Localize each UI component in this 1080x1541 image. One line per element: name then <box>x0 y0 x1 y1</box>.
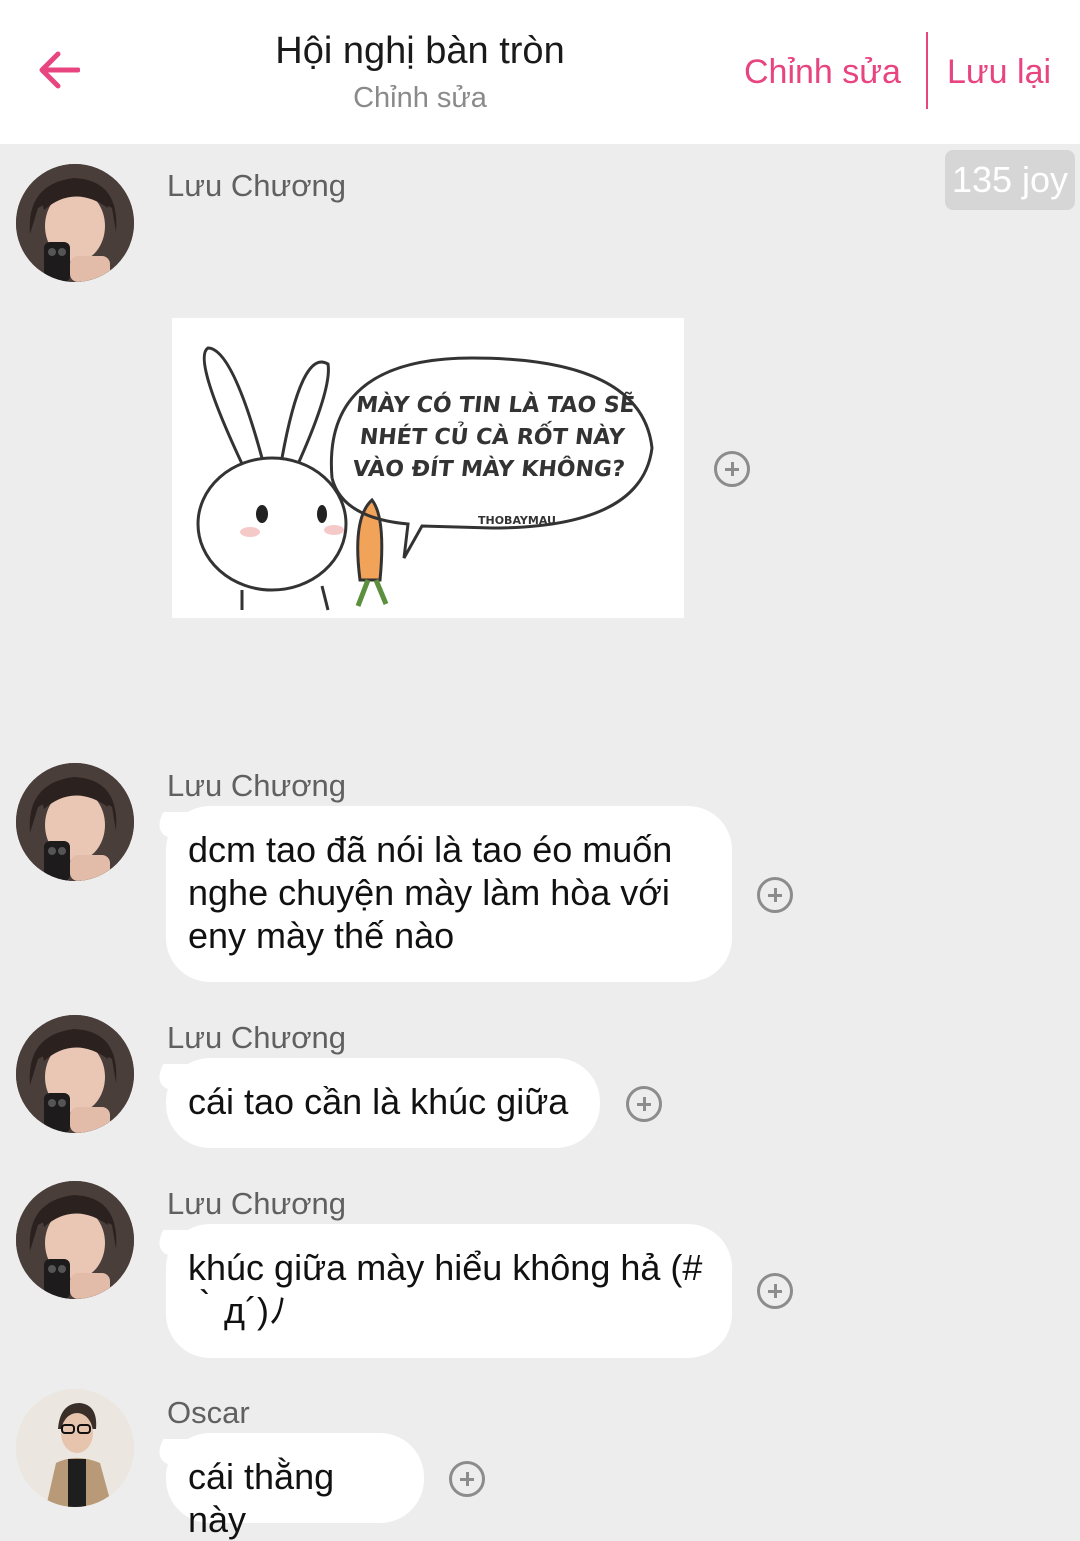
message-text: khúc giữa mày hiểu không hả (#｀д´)ﾉ <box>188 1247 703 1331</box>
sticker-image[interactable]: MÀY CÓ TIN LÀ TAO SẼ NHÉT CỦ CÀ RỐT NÀY … <box>172 318 684 618</box>
message-text: cái tao cần là khúc giữa <box>188 1081 569 1122</box>
save-button[interactable]: Lưu lại <box>947 50 1051 94</box>
avatar-photo-icon <box>16 1181 134 1299</box>
avatar-photo-icon <box>16 1389 134 1507</box>
sticker-caption: MÀY CÓ TIN LÀ TAO SẼ NHÉT CỦ CÀ RỐT NÀY … <box>351 393 636 482</box>
edit-button[interactable]: Chỉnh sửa <box>744 50 901 94</box>
avatar-photo-icon <box>16 164 134 282</box>
joy-badge: 135 joy <box>945 150 1075 210</box>
message-bubble[interactable]: dcm tao đã nói là tao éo muốn nghe chuyệ… <box>166 806 732 982</box>
add-reaction-button[interactable] <box>757 1273 793 1309</box>
sender-name: Oscar <box>167 1395 250 1430</box>
message-bubble[interactable]: cái tao cần là khúc giữa <box>166 1058 600 1148</box>
avatar[interactable] <box>16 1389 134 1507</box>
message-bubble[interactable]: cái thằng này <box>166 1433 424 1540</box>
chat-title: Hội nghị bàn tròn <box>275 30 565 72</box>
chat-subtitle: Chỉnh sửa <box>353 82 487 114</box>
top-bar: Hội nghị bàn tròn Chỉnh sửa Chỉnh sửa Lư… <box>0 0 1080 144</box>
add-reaction-button[interactable] <box>449 1461 485 1497</box>
add-reaction-button[interactable] <box>757 877 793 913</box>
back-arrow-icon <box>39 51 80 89</box>
sticker-watermark: THOBAYMAU <box>478 514 556 527</box>
avatar[interactable] <box>16 763 134 881</box>
avatar-photo-icon <box>16 1015 134 1133</box>
avatar[interactable] <box>16 164 134 282</box>
back-button[interactable] <box>28 40 88 100</box>
sender-name: Lưu Chương <box>167 168 347 203</box>
add-reaction-button[interactable] <box>626 1086 662 1122</box>
header-divider <box>926 32 928 109</box>
add-reaction-button[interactable] <box>714 451 750 487</box>
avatar[interactable] <box>16 1181 134 1299</box>
message-bubble[interactable]: khúc giữa mày hiểu không hả (#｀д´)ﾉ <box>166 1224 732 1358</box>
message-text: dcm tao đã nói là tao éo muốn nghe chuyệ… <box>188 829 673 956</box>
sender-name: Lưu Chương <box>167 1186 347 1221</box>
title-block: Hội nghị bàn tròn Chỉnh sửa <box>220 26 620 120</box>
sender-name: Lưu Chương <box>167 768 347 803</box>
sender-name: Lưu Chương <box>167 1020 347 1055</box>
message-text: cái thằng này <box>188 1456 335 1540</box>
avatar[interactable] <box>16 1015 134 1133</box>
avatar-photo-icon <box>16 763 134 881</box>
